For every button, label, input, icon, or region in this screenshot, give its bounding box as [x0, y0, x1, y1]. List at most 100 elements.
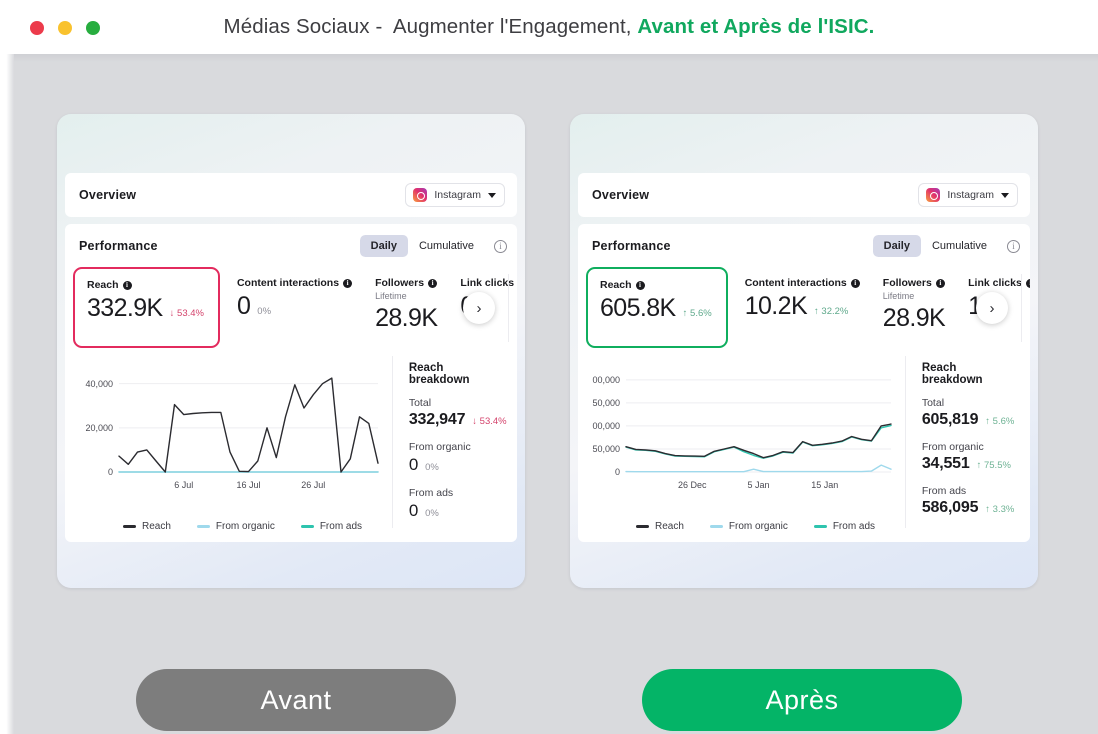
- metrics-strip-before: Reach i 332.9K ↓ 53.4% Content interactio…: [65, 267, 517, 348]
- overview-bar-before: Overview Instagram: [65, 173, 517, 217]
- breakdown-delta-ads-before: 0%: [425, 508, 439, 519]
- apres-button[interactable]: Après: [642, 669, 962, 731]
- chevron-down-icon: [488, 192, 496, 198]
- tab-daily-after[interactable]: Daily: [872, 235, 921, 257]
- page-title-accent: Avant et Après de l'ISIC.: [637, 15, 875, 38]
- legend-label-organic-after: From organic: [728, 521, 788, 532]
- legend-swatch-icon: [709, 525, 723, 528]
- breakdown-delta-total-before: ↓ 53.4%: [472, 416, 507, 427]
- metric-followers-value-before: 28.9K: [375, 304, 438, 332]
- metric-reach-delta-before: ↓ 53.4%: [169, 308, 204, 319]
- info-icon[interactable]: i: [343, 278, 353, 288]
- chart-legend-before: Reach From organic From ads: [123, 521, 362, 532]
- breakdown-value-ads-after: 586,095: [921, 499, 979, 516]
- breakdown-delta-ads-after: ↑ 3.3%: [985, 504, 1015, 515]
- info-icon[interactable]: i: [494, 239, 507, 253]
- breakdown-row-organic-before: 0 0%: [409, 455, 507, 475]
- svg-text:00,000: 00,000: [592, 421, 620, 431]
- metric-reach-delta-after: ↑ 5.6%: [682, 308, 712, 319]
- breakdown-delta-total-after: ↑ 5.6%: [985, 416, 1015, 427]
- instagram-icon: [926, 188, 941, 202]
- avant-button[interactable]: Avant: [136, 669, 456, 731]
- breakdown-label-organic-before: From organic: [408, 441, 471, 453]
- tab-daily-before[interactable]: Daily: [359, 235, 408, 257]
- legend-item-ads-before: From ads: [300, 521, 362, 532]
- svg-text:50,000: 50,000: [592, 398, 620, 408]
- page-title: Médias Sociaux - Augmenter l'Engagement,…: [0, 0, 1098, 54]
- breakdown-value-organic-before: 0: [408, 455, 419, 474]
- chevron-right-icon[interactable]: ›: [976, 292, 1008, 324]
- metric-link-clicks-label-before: Link clicks: [460, 277, 515, 289]
- granularity-toggle-before[interactable]: Daily Cumulative: [359, 235, 485, 257]
- account-select-label-after: Instagram: [947, 189, 994, 201]
- tab-cumulative-after[interactable]: Cumulative: [921, 235, 998, 257]
- metric-content-interactions-delta-before: 0%: [257, 306, 272, 317]
- account-select-after[interactable]: Instagram: [918, 183, 1018, 207]
- metric-content-interactions-label-before: Content interactions: [236, 277, 340, 289]
- info-icon[interactable]: i: [850, 278, 860, 288]
- legend-label-reach-before: Reach: [142, 521, 171, 532]
- performance-panel-before: Performance Daily Cumulative i Reach i 33…: [65, 224, 517, 542]
- chart-section-before: 0 20,000 40,000 6 Jul 16 Jul 26 Jul Reach Fro…: [65, 348, 517, 542]
- metric-followers-after[interactable]: Followers i Lifetime 28.9K: [872, 268, 957, 348]
- chart-section-after: 0 50,000 00,000 50,000 00,000 26 Dec 5 Jan 15 J…: [578, 348, 1030, 542]
- info-icon[interactable]: i: [428, 278, 438, 288]
- info-icon[interactable]: i: [635, 280, 645, 290]
- info-icon[interactable]: i: [1025, 278, 1030, 288]
- overview-bar-after: Overview Instagram: [578, 173, 1030, 217]
- svg-text:0: 0: [615, 467, 620, 477]
- legend-swatch-icon: [196, 525, 210, 528]
- svg-text:40,000: 40,000: [85, 379, 113, 389]
- metric-followers-label-after: Followers: [882, 277, 932, 289]
- reach-breakdown-after: Reach breakdown Total 605,819 ↑ 5.6% Fro…: [906, 348, 1030, 542]
- reach-chart-svg-before: 0 20,000 40,000 6 Jul 16 Jul 26 Jul: [85, 377, 379, 490]
- legend-swatch-icon: [636, 525, 649, 528]
- legend-item-ads-after: From ads: [813, 521, 875, 532]
- metric-content-interactions-delta-after: ↑ 32.2%: [814, 306, 849, 317]
- metric-reach-value-before: 332.9K: [87, 294, 163, 322]
- metric-followers-sub-before: Lifetime: [375, 291, 407, 301]
- account-select-before[interactable]: Instagram: [405, 183, 505, 207]
- svg-text:6 Jul: 6 Jul: [174, 480, 193, 490]
- legend-label-organic-before: From organic: [215, 521, 275, 532]
- reach-chart-svg-after: 0 50,000 00,000 50,000 00,000 26 Dec 5 Jan 15 J…: [592, 375, 892, 490]
- svg-text:20,000: 20,000: [85, 423, 113, 433]
- legend-item-organic-before: From organic: [196, 521, 275, 532]
- metric-followers-before[interactable]: Followers i Lifetime 28.9K: [364, 268, 449, 348]
- legend-item-reach-before: Reach: [123, 521, 171, 532]
- breakdown-row-ads-after: 586,095 ↑ 3.3%: [922, 499, 1020, 517]
- info-icon[interactable]: i: [122, 280, 132, 290]
- metric-reach-after[interactable]: Reach i 605.8K ↑ 5.6%: [586, 267, 728, 348]
- slide-stage: Overview Instagram Performance Daily Cum…: [0, 54, 1098, 734]
- legend-swatch-icon: [300, 525, 314, 528]
- breakdown-row-organic-after: 34,551 ↑ 75.5%: [922, 455, 1020, 473]
- metrics-strip-after: Reach i 605.8K ↑ 5.6% Content interaction…: [578, 267, 1030, 348]
- performance-header-before: Performance Daily Cumulative i: [65, 224, 517, 268]
- legend-swatch-icon: [123, 525, 136, 528]
- svg-text:0: 0: [108, 467, 113, 477]
- svg-text:5 Jan: 5 Jan: [747, 480, 769, 490]
- metric-content-interactions-after[interactable]: Content interactions i 10.2K ↑ 32.2%: [734, 268, 872, 348]
- app-window: Médias Sociaux - Augmenter l'Engagement,…: [0, 0, 1098, 734]
- tab-cumulative-before[interactable]: Cumulative: [408, 235, 485, 257]
- metric-content-interactions-label-after: Content interactions: [744, 277, 847, 289]
- screenshot-card-after: Overview Instagram Performance Daily Cum…: [570, 114, 1038, 588]
- breakdown-title-before: Reach breakdown: [408, 362, 470, 386]
- legend-item-reach-after: Reach: [636, 521, 684, 532]
- reach-chart-after[interactable]: 0 50,000 00,000 50,000 00,000 26 Dec 5 Jan 15 J…: [578, 348, 905, 542]
- info-icon[interactable]: i: [935, 278, 945, 288]
- performance-header-after: Performance Daily Cumulative i: [578, 224, 1030, 268]
- metric-followers-value-after: 28.9K: [882, 304, 946, 332]
- breakdown-label-total-before: Total: [408, 397, 432, 409]
- metric-reach-before[interactable]: Reach i 332.9K ↓ 53.4%: [73, 267, 220, 348]
- chevron-right-icon[interactable]: ›: [463, 292, 495, 324]
- info-icon[interactable]: i: [1007, 239, 1020, 253]
- page-title-plain: Médias Sociaux - Augmenter l'Engagement,: [223, 15, 638, 38]
- breakdown-label-ads-after: From ads: [921, 485, 967, 497]
- granularity-toggle-after[interactable]: Daily Cumulative: [872, 235, 998, 257]
- metric-content-interactions-before[interactable]: Content interactions i 0 0%: [226, 268, 364, 348]
- breakdown-title-after: Reach breakdown: [921, 362, 983, 386]
- reach-chart-before[interactable]: 0 20,000 40,000 6 Jul 16 Jul 26 Jul Reach Fro…: [65, 348, 392, 542]
- metrics-divider-after: [1021, 274, 1022, 342]
- breakdown-value-organic-after: 34,551: [921, 455, 970, 472]
